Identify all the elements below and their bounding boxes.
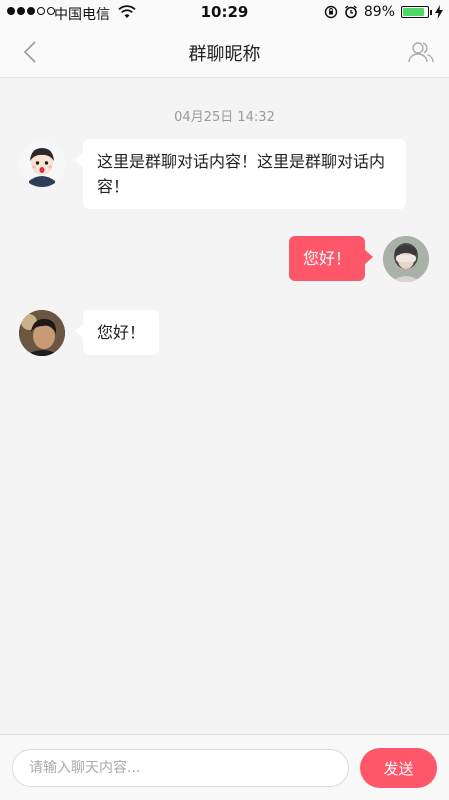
group-members-icon <box>408 42 434 63</box>
charging-icon <box>435 5 443 19</box>
chat-message-list[interactable]: 04月25日 14:32 这里是群聊对话内容！这里是群聊对话内容！ 您好！ 您好… <box>0 79 449 734</box>
message-bubble-self[interactable]: 您好！ <box>289 236 374 281</box>
message-text: 您好！ <box>97 323 146 342</box>
alarm-icon <box>344 5 357 19</box>
carrier-name: 中国电信 <box>54 7 110 23</box>
orientation-lock-icon <box>324 5 338 19</box>
battery-level <box>403 8 425 16</box>
group-members-button[interactable] <box>405 36 437 68</box>
message-bubble[interactable]: 您好！ <box>74 310 160 355</box>
send-button[interactable]: 发送 <box>360 748 437 788</box>
battery-icon <box>401 6 432 18</box>
wifi-icon <box>118 5 136 18</box>
nav-header: 群聊昵称 <box>0 26 449 78</box>
photo-avatar-icon <box>19 310 65 356</box>
message-timestamp: 04月25日 14:32 <box>174 110 275 125</box>
my-avatar[interactable] <box>383 236 429 282</box>
signal-strength-icon <box>7 7 55 15</box>
member-avatar[interactable] <box>19 141 65 187</box>
message-text: 这里是群聊对话内容！这里是群聊对话内容！ <box>97 152 386 196</box>
back-button[interactable] <box>14 36 46 68</box>
signal-dot <box>27 7 35 15</box>
battery-percent: 89% <box>363 4 395 20</box>
signal-dot <box>7 7 15 15</box>
chat-screen: 中国电信 10:29 89% 群聊昵称 04月25日 14:32 这里是群聊对话… <box>0 0 449 800</box>
message-input[interactable] <box>12 749 349 787</box>
chevron-left-icon <box>23 41 36 63</box>
message-bubble[interactable]: 这里是群聊对话内容！这里是群聊对话内容！ <box>75 139 406 209</box>
message-text: 您好！ <box>303 249 352 268</box>
member-avatar[interactable] <box>19 310 65 356</box>
page-title: 群聊昵称 <box>188 44 261 65</box>
signal-dot <box>37 7 45 15</box>
message-input-bar: 发送 <box>0 734 449 800</box>
cartoon-avatar-icon <box>19 141 65 187</box>
status-bar: 中国电信 10:29 89% <box>0 0 449 26</box>
photo-avatar-icon <box>383 236 429 282</box>
signal-dot <box>17 7 25 15</box>
status-right-group: 89% <box>324 4 443 20</box>
